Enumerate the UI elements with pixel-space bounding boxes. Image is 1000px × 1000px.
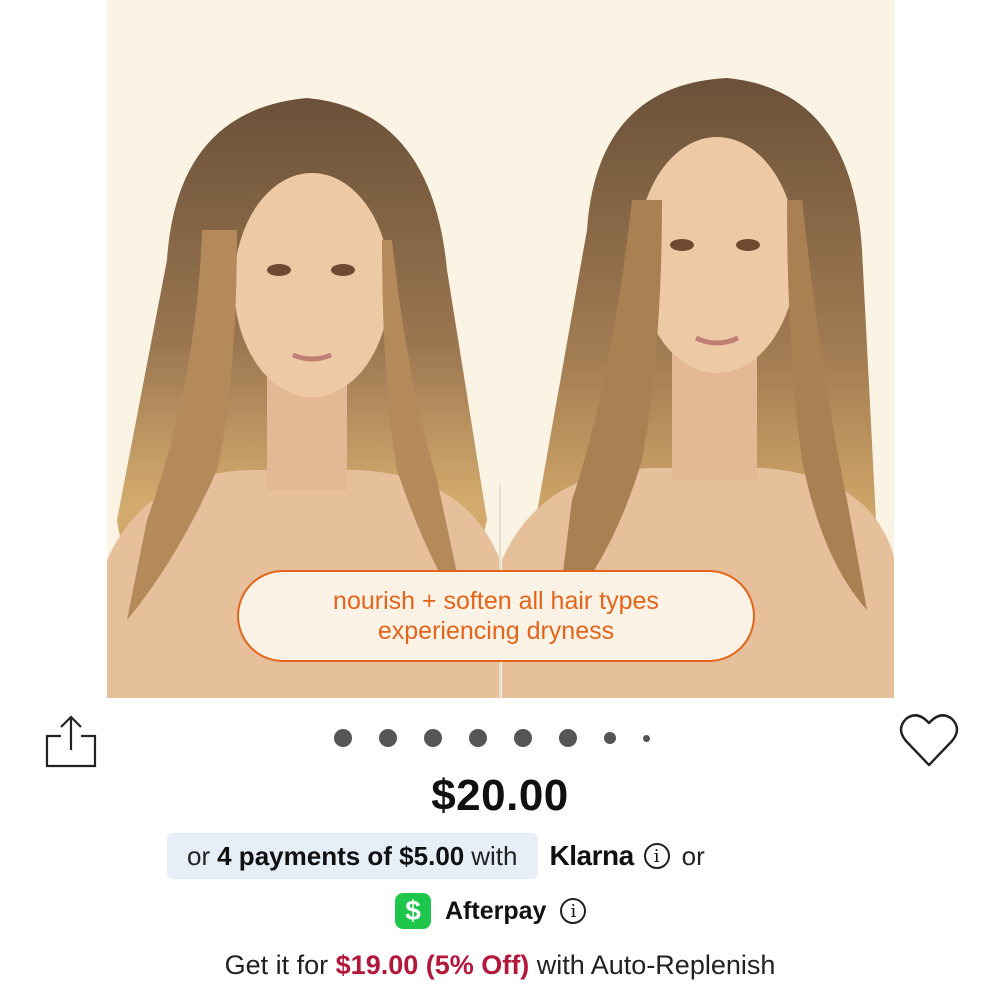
heart-icon[interactable] [898,710,960,768]
replenish-price: $19.00 (5% Off) [335,950,530,980]
benefit-callout: nourish + soften all hair types experien… [237,570,755,662]
share-icon[interactable] [44,714,98,768]
pagination-dot[interactable] [469,729,487,747]
pagination-dot[interactable] [379,729,397,747]
installment-amount: 4 payments of $5.00 [217,840,465,871]
klarna-info-icon[interactable]: i [643,843,670,869]
auto-replenish-offer: Get it for $19.00 (5% Off) with Auto-Rep… [0,950,1000,981]
installment-with: with [471,840,518,871]
klarna-logo: Klarna [549,840,635,871]
afterpay-logo: Afterpay [445,896,547,925]
replenish-suffix: with Auto-Replenish [536,950,776,980]
replenish-prefix: Get it for [224,950,329,980]
product-image-carousel[interactable]: nourish + soften all hair types experien… [107,0,894,698]
carousel-pagination[interactable] [334,728,650,748]
pagination-dot[interactable] [643,734,650,742]
klarna-installment-box[interactable]: or 4 payments of $5.00 with [167,833,538,879]
afterpay-row: $ Afterpay i [395,892,587,930]
payment-or: or [681,840,705,871]
cash-app-icon: $ [395,893,431,929]
benefit-line-2: experiencing dryness [377,617,615,645]
pagination-dot[interactable] [334,729,352,747]
pagination-dot[interactable] [604,732,616,744]
pagination-dot[interactable] [514,729,532,747]
afterpay-info-icon[interactable]: i [560,898,587,924]
pagination-dot[interactable] [559,729,577,747]
pagination-dot[interactable] [424,729,442,747]
product-price: $20.00 [431,771,569,820]
installment-prefix: or [187,840,211,871]
installment-row: or 4 payments of $5.00 with Klarna i or [167,833,705,879]
benefit-line-1: nourish + soften all hair types [333,587,659,615]
